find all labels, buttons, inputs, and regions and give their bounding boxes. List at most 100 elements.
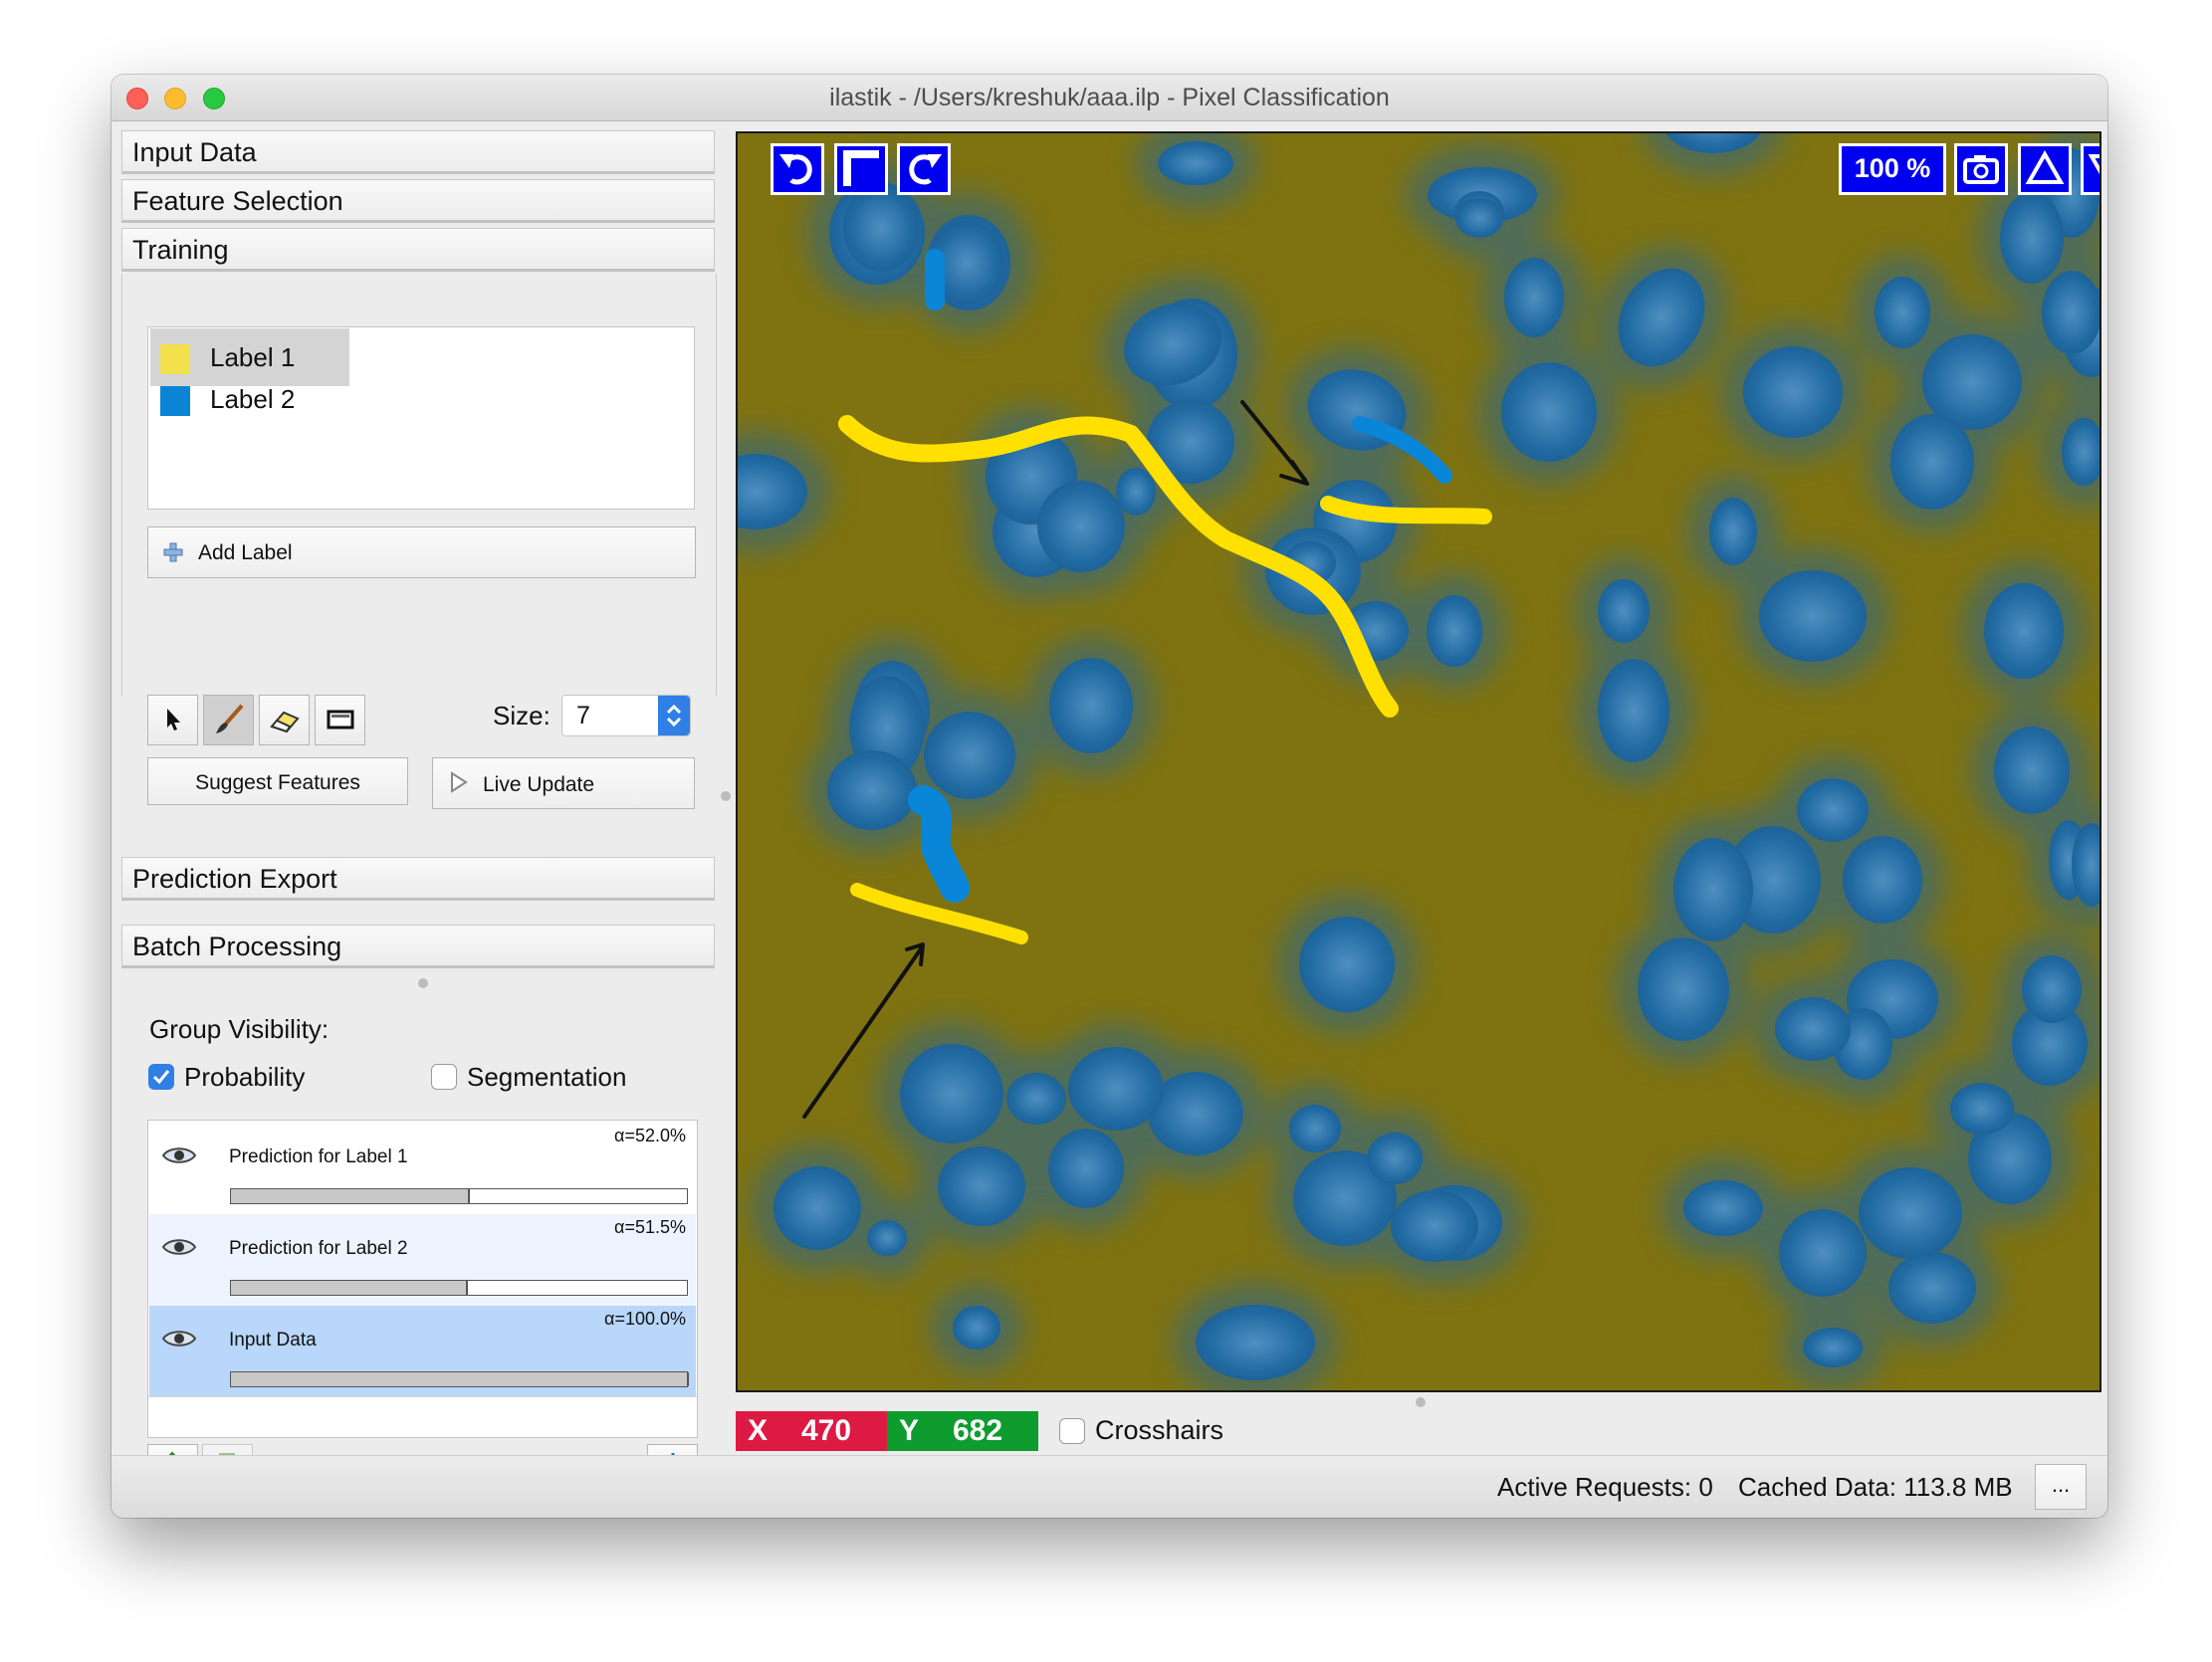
brush-tool-button[interactable] (203, 695, 254, 745)
label-list: Label 1 Label 2 (147, 326, 695, 510)
x-coordinate-box[interactable]: X 470 (736, 1411, 887, 1451)
cell-nucleus (1427, 595, 1482, 667)
cell-nucleus (938, 1146, 1025, 1226)
undo-button[interactable] (771, 143, 824, 195)
layer-name: Prediction for Label 2 (229, 1238, 408, 1259)
cell-nucleus (1759, 570, 1867, 662)
cell-nucleus (1048, 1129, 1124, 1208)
undo-icon (779, 154, 812, 185)
reset-view-button[interactable] (834, 143, 888, 195)
layer-opacity-value: α=51.5% (614, 1217, 686, 1237)
image-viewer[interactable]: 100 % (736, 131, 2101, 1392)
cell-nucleus (1673, 838, 1753, 941)
label-2-color-swatch[interactable] (160, 386, 190, 416)
cell-nucleus (1683, 1180, 1763, 1236)
spinbox-arrows-icon[interactable] (658, 696, 690, 735)
eye-icon[interactable] (161, 1236, 197, 1263)
eye-icon[interactable] (161, 1328, 197, 1354)
cell-nucleus (1875, 277, 1930, 348)
cell-nucleus (1455, 198, 1503, 238)
layer-opacity-slider[interactable] (230, 1188, 688, 1204)
cell-nucleus (1501, 362, 1597, 462)
cell-nucleus (1049, 658, 1133, 753)
redo-button[interactable] (897, 143, 951, 195)
cell-nucleus (1299, 917, 1395, 1012)
layer-name: Prediction for Label 1 (229, 1146, 408, 1167)
segmentation-checkbox[interactable] (431, 1064, 457, 1090)
layer-input-data[interactable]: Input Data α=100.0% (149, 1306, 696, 1397)
cell-nucleus (1890, 414, 1974, 510)
more-options-button[interactable]: ... (2035, 1464, 2087, 1510)
cell-nucleus (2000, 192, 2064, 284)
cell-nucleus (867, 1220, 907, 1256)
threshold-tool-button[interactable] (315, 695, 365, 745)
cell-nucleus (1289, 1105, 1341, 1152)
cell-nucleus (1888, 1252, 1976, 1324)
cell-nucleus (1843, 836, 1922, 924)
eye-icon[interactable] (161, 1144, 197, 1171)
probability-label: Probability (184, 1062, 306, 1092)
add-label-button[interactable]: Add Label (147, 526, 696, 578)
maximize-view-button[interactable] (2018, 143, 2072, 195)
cell-nucleus (1367, 1133, 1423, 1184)
cell-nucleus (1743, 346, 1843, 438)
camera-icon (1963, 155, 1999, 184)
status-bar: Active Requests: 0 Cached Data: 113.8 MB… (111, 1455, 2107, 1518)
segmentation-label: Segmentation (467, 1062, 627, 1092)
layer-prediction-label-1[interactable]: Prediction for Label 1 α=52.0% (149, 1123, 696, 1214)
y-coordinate-box[interactable]: Y 682 (887, 1411, 1038, 1451)
cell-nucleus (1950, 1083, 2014, 1135)
viewer-splitter-handle[interactable] (1416, 1397, 1426, 1407)
label-2-name: Label 2 (210, 384, 296, 414)
y-coordinate-value: 682 (953, 1414, 1003, 1447)
applet-input-data[interactable]: Input Data (121, 130, 715, 174)
crosshairs-checkbox[interactable] (1059, 1418, 1085, 1444)
applet-batch-processing[interactable]: Batch Processing (121, 925, 715, 968)
eraser-tool-button[interactable] (259, 695, 310, 745)
frame-icon (843, 150, 879, 186)
triangle-down-icon (2088, 154, 2100, 175)
x-axis-label: X (748, 1414, 769, 1447)
cell-nucleus (1598, 659, 1669, 762)
image-canvas[interactable] (738, 133, 2100, 1390)
add-label-text: Add Label (198, 541, 293, 564)
label-item-2[interactable]: Label 2 (150, 370, 349, 428)
paintbrush-icon (212, 704, 246, 733)
applet-drawer: Input Data Feature Selection Training La… (121, 130, 719, 1514)
cell-nucleus (1504, 258, 1564, 337)
cell-nucleus (1779, 1209, 1867, 1297)
splitter-handle[interactable] (418, 978, 428, 988)
window-title: ilastik - /Users/kreshuk/aaa.ilp - Pixel… (829, 84, 1390, 111)
cell-nucleus (1775, 997, 1851, 1061)
active-requests-status: Active Requests: 0 (1497, 1472, 1713, 1502)
probability-checkbox[interactable] (148, 1064, 174, 1090)
live-update-button[interactable]: Live Update (432, 757, 695, 809)
hide-view-button[interactable] (2081, 143, 2100, 195)
eraser-icon (268, 711, 302, 732)
layer-opacity-slider[interactable] (230, 1280, 688, 1296)
applet-prediction-export[interactable]: Prediction Export (121, 857, 715, 901)
triangle-up-icon (2025, 149, 2065, 184)
play-icon (449, 771, 469, 799)
layer-opacity-value: α=52.0% (614, 1126, 686, 1145)
crosshairs-label: Crosshairs (1095, 1415, 1224, 1445)
group-visibility-label: Group Visibility: (149, 1014, 330, 1044)
x-coordinate-value: 470 (801, 1414, 852, 1447)
cell-nucleus (774, 1166, 861, 1250)
layer-prediction-label-2[interactable]: Prediction for Label 2 α=51.5% (149, 1214, 696, 1306)
screenshot-button[interactable] (1954, 143, 2008, 195)
suggest-features-button[interactable]: Suggest Features (147, 757, 408, 805)
applet-feature-selection[interactable]: Feature Selection (121, 179, 715, 223)
app-window: ilastik - /Users/kreshuk/aaa.ilp - Pixel… (111, 75, 2107, 1518)
vertical-splitter-handle[interactable] (721, 791, 731, 801)
cell-nucleus (1116, 468, 1156, 516)
applet-training[interactable]: Training (121, 228, 715, 272)
layer-opacity-slider[interactable] (230, 1371, 689, 1387)
plus-icon (162, 541, 184, 563)
brush-size-spinbox[interactable]: 7 (561, 695, 691, 736)
brush-size-value: 7 (576, 702, 590, 729)
navigation-tool-button[interactable] (147, 695, 198, 745)
zoom-level-button[interactable]: 100 % (1839, 143, 1946, 195)
brush-size-label: Size: (493, 701, 551, 730)
cell-nucleus (2022, 955, 2082, 1023)
